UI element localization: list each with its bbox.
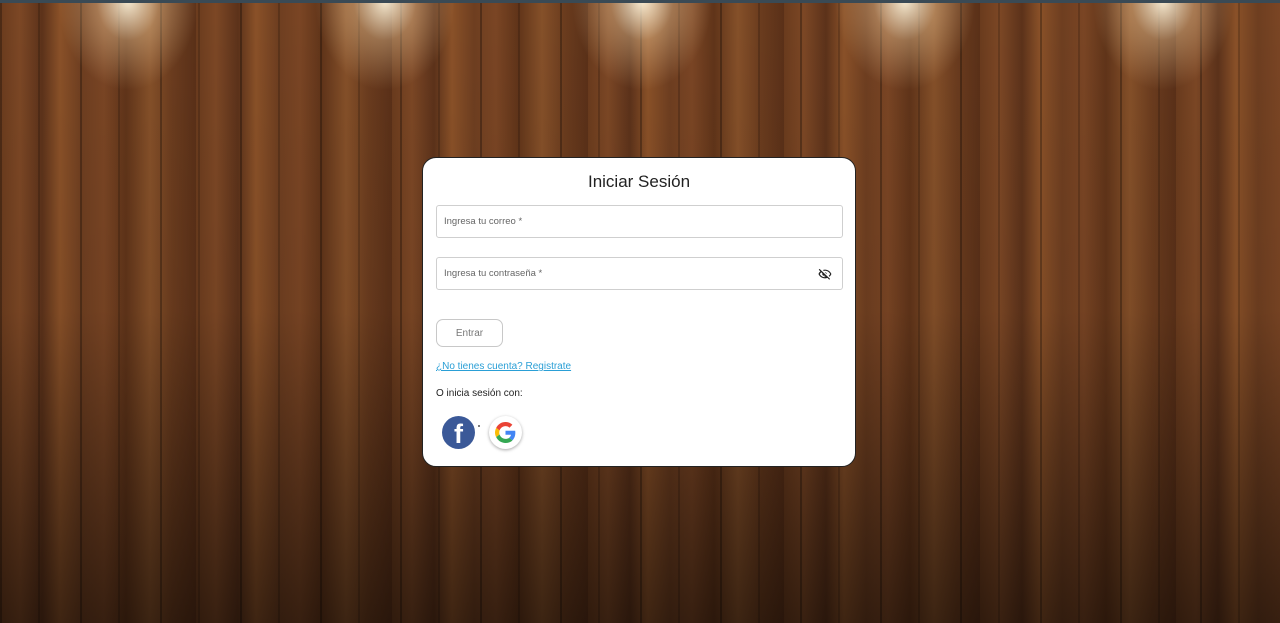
email-input[interactable] xyxy=(437,206,842,237)
login-card: Iniciar Sesión Entrar ¿No tienes cuenta?… xyxy=(422,157,856,467)
eye-off-icon[interactable] xyxy=(818,267,832,281)
separator-dot xyxy=(478,425,480,427)
register-link[interactable]: ¿No tienes cuenta? Registrate xyxy=(436,361,571,372)
google-icon xyxy=(495,422,516,443)
top-bar xyxy=(0,0,1280,3)
facebook-icon: f xyxy=(454,419,463,449)
google-login-button[interactable] xyxy=(489,416,522,449)
email-field[interactable] xyxy=(436,205,843,238)
page-title: Iniciar Sesión xyxy=(587,172,691,191)
facebook-login-button[interactable]: f xyxy=(442,416,475,449)
password-field[interactable] xyxy=(436,257,843,290)
password-input[interactable] xyxy=(437,258,842,289)
submit-button[interactable]: Entrar xyxy=(436,319,503,347)
social-login-prompt: O inicia sesión con: xyxy=(436,388,523,399)
